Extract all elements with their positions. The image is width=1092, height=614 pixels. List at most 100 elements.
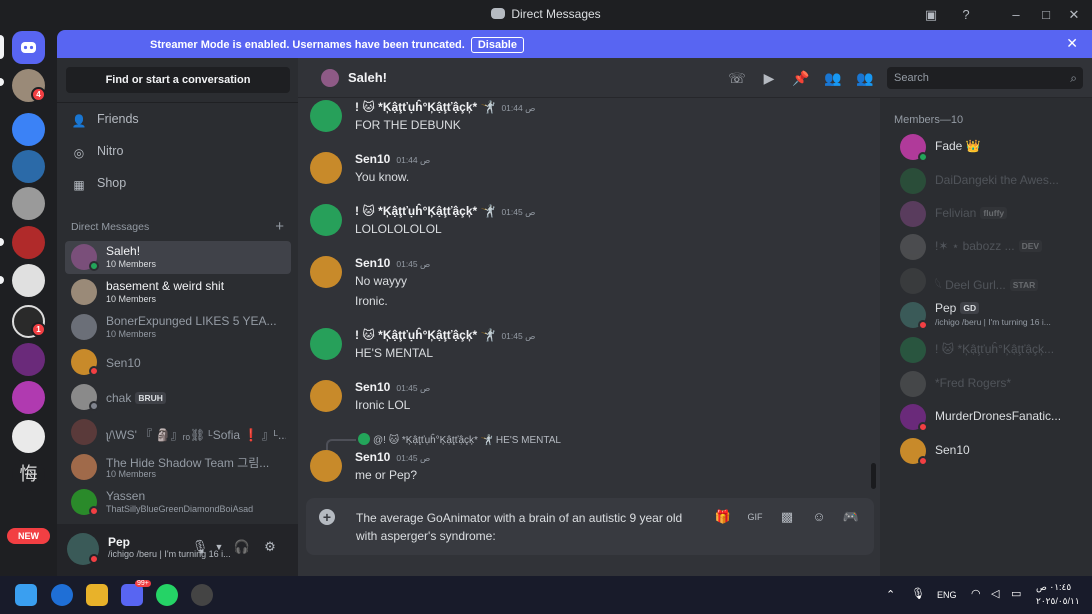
close-window-button[interactable]: ✕ bbox=[1063, 4, 1085, 26]
phone-icon[interactable]: ☏ bbox=[727, 68, 747, 88]
avatar[interactable] bbox=[310, 328, 342, 360]
help-icon[interactable]: ? bbox=[955, 4, 977, 26]
find-conversation-button[interactable]: Find or start a conversation bbox=[66, 67, 290, 93]
app-icon[interactable] bbox=[191, 584, 213, 606]
server-rail: 4 1 悔 NEW bbox=[0, 30, 57, 576]
add-member-icon[interactable]: 👥 bbox=[823, 68, 843, 88]
chevron-down-icon[interactable]: ▼ bbox=[210, 538, 228, 556]
start-icon[interactable] bbox=[15, 584, 37, 606]
pin-icon[interactable]: 📌 bbox=[791, 68, 811, 88]
wifi-icon[interactable]: ◠ bbox=[971, 587, 981, 600]
avatar[interactable] bbox=[310, 100, 342, 132]
member-item[interactable]: Felivian fluffy bbox=[888, 198, 1084, 231]
scrollbar[interactable] bbox=[871, 463, 876, 489]
create-dm-icon[interactable]: + bbox=[275, 218, 284, 235]
microphone-icon[interactable]: 🎙 bbox=[911, 587, 925, 600]
message-text: HE'S MENTAL bbox=[355, 346, 434, 360]
server-beta[interactable] bbox=[12, 113, 45, 146]
nav-friends[interactable]: 👤 Friends bbox=[71, 108, 139, 130]
message-author[interactable]: ! 🐱 *Ķậţťụĥ°Ķậţťậçķ* 🤺 bbox=[355, 204, 495, 218]
message-author[interactable]: Sen10 bbox=[355, 152, 390, 166]
clock-date[interactable]: ٢٠٢٥/٠٥/١١ bbox=[1036, 596, 1080, 607]
file-explorer-icon[interactable] bbox=[86, 584, 108, 606]
search-input[interactable]: Search ⌕ bbox=[887, 67, 1083, 89]
disable-button[interactable]: Disable bbox=[470, 37, 524, 53]
discord-taskbar-icon[interactable] bbox=[121, 584, 143, 606]
member-item[interactable]: Pep GD /ichigo /beru | I'm turning 16 i..… bbox=[888, 299, 1084, 332]
volume-icon[interactable]: ◁ bbox=[991, 587, 999, 600]
message-author[interactable]: ! 🐱 *Ķậţťụĥ°Ķậţťậçķ* 🤺 bbox=[355, 328, 495, 342]
member-item[interactable]: ! 🐱 *Ķậţťụĥ°Ķậţťậçķ... bbox=[888, 334, 1084, 367]
dm-item[interactable]: chak BRUH bbox=[65, 381, 291, 414]
home-button[interactable] bbox=[12, 31, 45, 64]
gif-icon[interactable]: GIF bbox=[746, 508, 764, 526]
member-item[interactable]: 𓆩 Deel Gurl... STAR bbox=[888, 265, 1084, 298]
avatar[interactable] bbox=[310, 204, 342, 236]
chevron-up-icon[interactable]: ⌃ bbox=[886, 588, 895, 601]
message-author[interactable]: Sen10 bbox=[355, 256, 390, 270]
dm-name: chak BRUH bbox=[106, 391, 286, 405]
dm-item[interactable]: The Hide Shadow Team 그림... 10 Members bbox=[65, 451, 291, 484]
nav-nitro[interactable]: ◎ Nitro bbox=[71, 140, 124, 162]
avatar[interactable] bbox=[310, 380, 342, 412]
dm-name: Yassen bbox=[106, 489, 146, 503]
member-item[interactable]: Sen10 bbox=[888, 435, 1084, 468]
member-item[interactable]: MurderDronesFanatic... bbox=[888, 401, 1084, 434]
inbox-icon[interactable]: ▣ bbox=[920, 4, 942, 26]
clock-time[interactable]: ٠١:٤٥ ص bbox=[1036, 582, 1071, 593]
dm-item[interactable]: Yassen ThatSillyBlueGreenDiamondBoiAsad bbox=[65, 486, 291, 519]
server-grey[interactable] bbox=[12, 187, 45, 220]
message-text: No wayyy bbox=[355, 274, 408, 288]
dm-item[interactable]: basement & weird shit 10 Members bbox=[65, 276, 291, 309]
member-item[interactable]: Fade 👑 bbox=[888, 131, 1084, 164]
message-author[interactable]: Sen10 bbox=[355, 380, 390, 394]
avatar[interactable] bbox=[310, 256, 342, 288]
gear-icon[interactable]: ⚙ bbox=[261, 538, 279, 556]
message-input[interactable]: The average GoAnimator with a brain of a… bbox=[356, 509, 706, 545]
channel-name[interactable]: Saleh! bbox=[348, 70, 387, 85]
dm-item[interactable]: Saleh! 10 Members bbox=[65, 241, 291, 274]
sticker-icon[interactable]: ▩ bbox=[778, 508, 796, 526]
video-icon[interactable]: ▶ bbox=[759, 68, 779, 88]
message-author[interactable]: Sen10 bbox=[355, 450, 390, 464]
close-icon[interactable]: ✕ bbox=[1066, 35, 1078, 52]
member-item[interactable]: !✶ ⋆ babozz ... DEV bbox=[888, 231, 1084, 264]
server-white[interactable] bbox=[12, 420, 45, 453]
avatar[interactable] bbox=[310, 450, 342, 482]
whatsapp-icon[interactable] bbox=[156, 584, 178, 606]
add-attachment-icon[interactable]: + bbox=[319, 509, 335, 525]
nav-shop[interactable]: ▦ Shop bbox=[71, 172, 126, 194]
server-kanji[interactable]: 悔 bbox=[12, 458, 45, 491]
server-pink[interactable] bbox=[12, 381, 45, 414]
language-indicator[interactable]: ENG bbox=[937, 590, 957, 600]
minimize-button[interactable]: – bbox=[1005, 4, 1027, 26]
timestamp: 01:45 ص bbox=[396, 383, 431, 393]
server-blue[interactable] bbox=[12, 150, 45, 183]
dm-header: Direct Messages bbox=[71, 221, 150, 233]
maximize-button[interactable]: □ bbox=[1035, 4, 1057, 26]
server-android[interactable] bbox=[12, 226, 45, 259]
dm-item[interactable]: BonerExpunged LIKES 5 YEA... 10 Members bbox=[65, 311, 291, 344]
microphone-icon[interactable]: 🎙 bbox=[191, 538, 209, 556]
emoji-icon[interactable]: ☺ bbox=[810, 508, 828, 526]
status-indicator bbox=[918, 456, 928, 466]
member-item[interactable]: DaiDangeki the Awes... bbox=[888, 165, 1084, 198]
headphones-icon[interactable]: 🎧 bbox=[233, 538, 251, 556]
dm-name: BonerExpunged LIKES 5 YEA... bbox=[106, 314, 277, 328]
dm-item[interactable]: Sen10 bbox=[65, 346, 291, 379]
server-b[interactable] bbox=[12, 264, 45, 297]
member-list-icon[interactable]: 👥 bbox=[855, 68, 875, 88]
battery-icon[interactable]: ▭ bbox=[1011, 587, 1021, 600]
dm-item[interactable]: ʅ/\WS' 『 🗿』ᵣₒ⛓ ᴸSofia ❗ 』ᴸ... bbox=[65, 416, 291, 449]
message-text: Ironic. bbox=[355, 294, 388, 308]
firefox-icon[interactable] bbox=[51, 584, 73, 606]
message-composer[interactable]: + The average GoAnimator with a brain of… bbox=[306, 498, 874, 555]
gift-icon[interactable]: 🎁 bbox=[714, 508, 732, 526]
avatar[interactable] bbox=[310, 152, 342, 184]
activities-icon[interactable]: 🎮 bbox=[842, 508, 860, 526]
server-character[interactable] bbox=[12, 343, 45, 376]
tag-badge: GD bbox=[960, 302, 980, 314]
message-author[interactable]: ! 🐱 *Ķậţťụĥ°Ķậţťậçķ* 🤺 bbox=[355, 100, 495, 114]
member-item[interactable]: *Fred Rogers* bbox=[888, 368, 1084, 401]
reply-text: HE'S MENTAL bbox=[495, 435, 561, 446]
